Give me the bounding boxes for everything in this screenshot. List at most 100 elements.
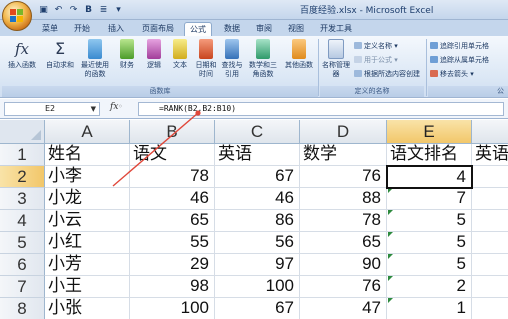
row-header-5[interactable]: 5	[0, 232, 45, 254]
cell-1[interactable]: 英语	[472, 144, 508, 166]
cell-A7[interactable]: 小王	[45, 276, 130, 298]
undo-icon[interactable]: ↶	[53, 5, 64, 16]
bold-icon[interactable]: B	[83, 5, 94, 16]
cell-D5[interactable]: 65	[300, 232, 387, 254]
cell-A8[interactable]: 小张	[45, 298, 130, 319]
cell-2[interactable]	[472, 166, 508, 188]
name-manager-button[interactable]: 名称管理器	[322, 39, 350, 79]
cell-C5[interactable]: 56	[215, 232, 300, 254]
remove-arrows-button[interactable]: 移去箭头 ▾	[430, 70, 474, 79]
cell-A5[interactable]: 小红	[45, 232, 130, 254]
trace-dependents-button[interactable]: 追踪从属单元格	[430, 56, 489, 65]
spreadsheet-grid[interactable]: A B C D E 1 姓名 语文 英语 数学 语文排名 英语 2 小李 78 67 76 4 3 小龙 46 46 88 7…	[0, 120, 508, 319]
cell-D8[interactable]: 47	[300, 298, 387, 319]
cell-E3[interactable]: 7	[387, 188, 472, 210]
cell-A4[interactable]: 小云	[45, 210, 130, 232]
cell-E6[interactable]: 5	[387, 254, 472, 276]
create-from-selection-button[interactable]: 根据所选内容创建	[354, 70, 420, 79]
row-header-8[interactable]: 8	[0, 298, 45, 319]
more-functions-button[interactable]: 其他函数	[282, 39, 316, 70]
cell-B6[interactable]: 29	[130, 254, 215, 276]
cell-B2[interactable]: 78	[130, 166, 215, 188]
dropdown-icon[interactable]: ▾	[113, 5, 124, 16]
use-in-formula-button[interactable]: 用于公式 ▾	[354, 56, 398, 65]
cell-B5[interactable]: 55	[130, 232, 215, 254]
tab-developer[interactable]: 开发工具	[316, 22, 356, 36]
cell-B1[interactable]: 语文	[130, 144, 215, 166]
formula-input[interactable]: =RANK(B2,B2:B10)	[138, 102, 504, 116]
autosum-button[interactable]: Σ 自动求和	[44, 39, 76, 70]
cell-C1[interactable]: 英语	[215, 144, 300, 166]
math-trig-button[interactable]: 数学和三角函数	[248, 39, 278, 79]
row-header-3[interactable]: 3	[0, 188, 45, 210]
column-header-next[interactable]	[472, 120, 508, 144]
define-name-button[interactable]: 定义名称 ▾	[354, 42, 398, 51]
column-header-B[interactable]: B	[130, 120, 215, 144]
tab-page-layout[interactable]: 页面布局	[138, 22, 178, 36]
cell-E2[interactable]: 4	[386, 165, 473, 189]
row-header-2[interactable]: 2	[0, 166, 45, 188]
datetime-button[interactable]: 日期和时间	[194, 39, 218, 79]
cell-B4[interactable]: 65	[130, 210, 215, 232]
tab-data[interactable]: 数据	[220, 22, 244, 36]
cell-4[interactable]	[472, 210, 508, 232]
cell-E5[interactable]: 5	[387, 232, 472, 254]
cell-3[interactable]	[472, 188, 508, 210]
cell-E8[interactable]: 1	[387, 298, 472, 319]
cell-5[interactable]	[472, 232, 508, 254]
cell-C3[interactable]: 46	[215, 188, 300, 210]
cell-A6[interactable]: 小芳	[45, 254, 130, 276]
cell-B7[interactable]: 98	[130, 276, 215, 298]
cell-B8[interactable]: 100	[130, 298, 215, 319]
cell-B3[interactable]: 46	[130, 188, 215, 210]
cell-A2[interactable]: 小李	[45, 166, 130, 188]
tab-home[interactable]: 开始	[70, 22, 94, 36]
tab-formulas[interactable]: 公式	[184, 22, 212, 36]
recent-functions-button[interactable]: 最近使用的函数	[78, 39, 112, 79]
column-header-D[interactable]: D	[300, 120, 387, 144]
row-header-6[interactable]: 6	[0, 254, 45, 276]
row-header-4[interactable]: 4	[0, 210, 45, 232]
cell-C6[interactable]: 97	[215, 254, 300, 276]
name-box-dropdown-icon[interactable]: ▼	[91, 103, 96, 115]
logical-button[interactable]: 逻辑	[142, 39, 166, 70]
insert-function-button[interactable]: fx 插入函数	[4, 39, 40, 70]
text-button[interactable]: 文本	[168, 39, 192, 70]
cell-D1[interactable]: 数学	[300, 144, 387, 166]
cell-E7[interactable]: 2	[387, 276, 472, 298]
cancel-icon[interactable]: ◦	[118, 102, 123, 111]
lookup-button[interactable]: 查找与引用	[220, 39, 244, 79]
column-header-C[interactable]: C	[215, 120, 300, 144]
cell-7[interactable]	[472, 276, 508, 298]
column-header-A[interactable]: A	[45, 120, 130, 144]
trace-precedents-button[interactable]: 追踪引用单元格	[430, 42, 489, 51]
cell-8[interactable]	[472, 298, 508, 319]
cell-D2[interactable]: 76	[300, 166, 387, 188]
financial-button[interactable]: 财务	[114, 39, 140, 70]
cell-D3[interactable]: 88	[300, 188, 387, 210]
cell-E1[interactable]: 语文排名	[387, 144, 472, 166]
name-box[interactable]: E2 ▼	[4, 102, 100, 116]
cell-6[interactable]	[472, 254, 508, 276]
cell-C4[interactable]: 86	[215, 210, 300, 232]
office-button[interactable]	[2, 1, 32, 31]
cell-A3[interactable]: 小龙	[45, 188, 130, 210]
select-all-corner[interactable]	[0, 120, 45, 144]
row-header-7[interactable]: 7	[0, 276, 45, 298]
cell-C2[interactable]: 67	[215, 166, 300, 188]
insert-function-fx-icon[interactable]: fx	[110, 102, 118, 112]
cell-D4[interactable]: 78	[300, 210, 387, 232]
tab-view[interactable]: 视图	[284, 22, 308, 36]
cell-D6[interactable]: 90	[300, 254, 387, 276]
row-header-1[interactable]: 1	[0, 144, 45, 166]
tab-menu[interactable]: 菜单	[36, 22, 64, 36]
format-icon[interactable]: ≣	[98, 5, 109, 16]
cell-D7[interactable]: 76	[300, 276, 387, 298]
cell-C7[interactable]: 100	[215, 276, 300, 298]
redo-icon[interactable]: ↷	[68, 5, 79, 16]
cell-E4[interactable]: 5	[387, 210, 472, 232]
column-header-E[interactable]: E	[387, 120, 472, 144]
save-icon[interactable]: ▣	[38, 5, 49, 16]
cell-C8[interactable]: 67	[215, 298, 300, 319]
tab-insert[interactable]: 插入	[104, 22, 128, 36]
